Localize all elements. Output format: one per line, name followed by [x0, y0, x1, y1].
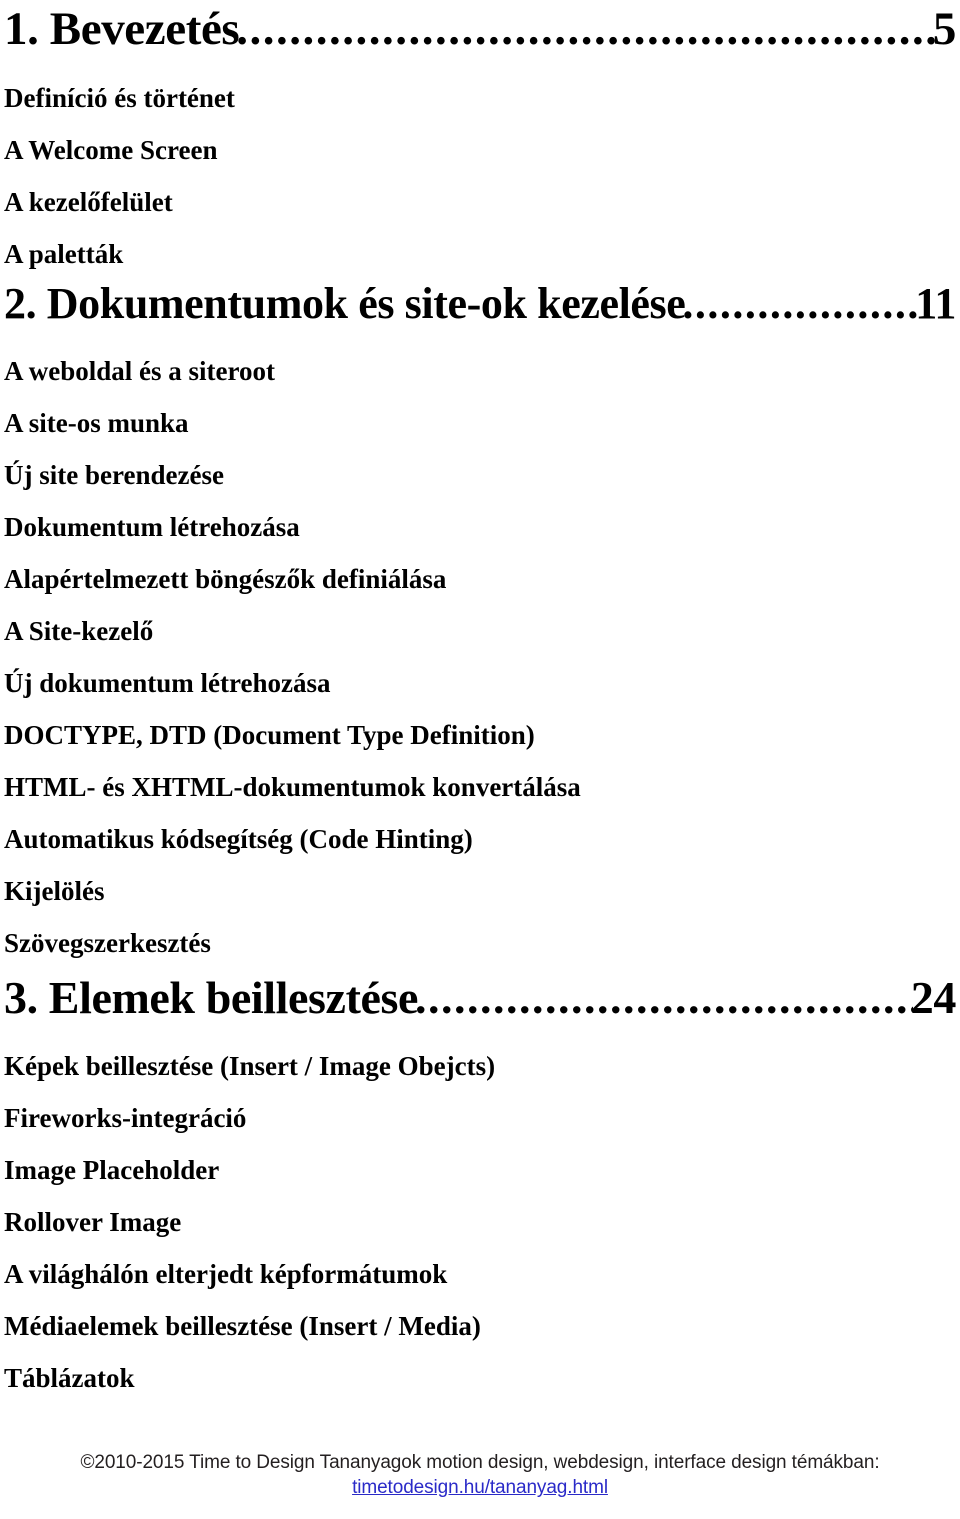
chapter-title: 3. Elemek beillesztése	[4, 972, 419, 1023]
chapter-page-number: 11	[915, 279, 956, 328]
chapter-heading: 2. Dokumentumok és site-ok kezelése ....…	[4, 282, 956, 326]
toc-entry: Image Placeholder	[4, 1155, 220, 1185]
toc-entry: Új site berendezése	[4, 460, 224, 490]
toc-entry: Szövegszerkesztés	[4, 928, 211, 958]
dot-leader: ........................................…	[682, 282, 917, 326]
toc-entry: A weboldal és a siteroot	[4, 356, 275, 386]
toc-entry: A Welcome Screen	[4, 135, 218, 165]
footer-link[interactable]: timetodesign.hu/tananyag.html	[352, 1477, 608, 1498]
chapter-page-number: 5	[932, 3, 957, 55]
chapter-title: 2. Dokumentumok és site-ok kezelése	[4, 279, 686, 328]
page-footer: ©2010-2015 Time to Design Tananyagok mot…	[0, 1450, 960, 1501]
chapter-page-number: 24	[910, 972, 957, 1023]
toc-entry: Dokumentum létrehozása	[4, 512, 300, 542]
chapter-heading: 1. Bevezetés ...........................…	[4, 6, 956, 53]
toc-entry: A kezelőfelület	[4, 187, 173, 217]
copyright-text: ©2010-2015 Time to Design Tananyagok mot…	[80, 1451, 880, 1473]
table-of-contents: 1. Bevezetés ...........................…	[4, 0, 956, 1392]
dot-leader: ........................................…	[415, 975, 913, 1021]
toc-entry: Táblázatok	[4, 1363, 135, 1393]
toc-entry: Alapértelmezett böngészők definiálása	[4, 564, 447, 594]
toc-entry: Fireworks-integráció	[4, 1103, 247, 1133]
toc-entry: Rollover Image	[4, 1207, 182, 1237]
toc-entry: A paletták	[4, 239, 124, 269]
dot-leader: ........................................…	[236, 6, 935, 53]
toc-entry: A site-os munka	[4, 408, 189, 438]
toc-entry: DOCTYPE, DTD (Document Type Definition)	[4, 720, 535, 750]
chapter-title: 1. Bevezetés	[4, 3, 240, 55]
toc-entry: Kijelölés	[4, 876, 105, 906]
toc-entry: A Site-kezelő	[4, 616, 154, 646]
document-page: 1. Bevezetés ...........................…	[0, 0, 960, 1519]
toc-entry: HTML- és XHTML-dokumentumok konvertálása	[4, 772, 581, 802]
toc-entry: Definíció és történet	[4, 83, 235, 113]
toc-entry: A világhálón elterjedt képformátumok	[4, 1259, 448, 1289]
toc-entry: Új dokumentum létrehozása	[4, 668, 331, 698]
chapter-heading: 3. Elemek beillesztése .................…	[4, 975, 956, 1021]
toc-entry: Automatikus kódsegítség (Code Hinting)	[4, 824, 473, 854]
toc-entry: Képek beillesztése (Insert / Image Obejc…	[4, 1051, 496, 1081]
toc-entry: Médiaelemek beillesztése (Insert / Media…	[4, 1311, 481, 1341]
